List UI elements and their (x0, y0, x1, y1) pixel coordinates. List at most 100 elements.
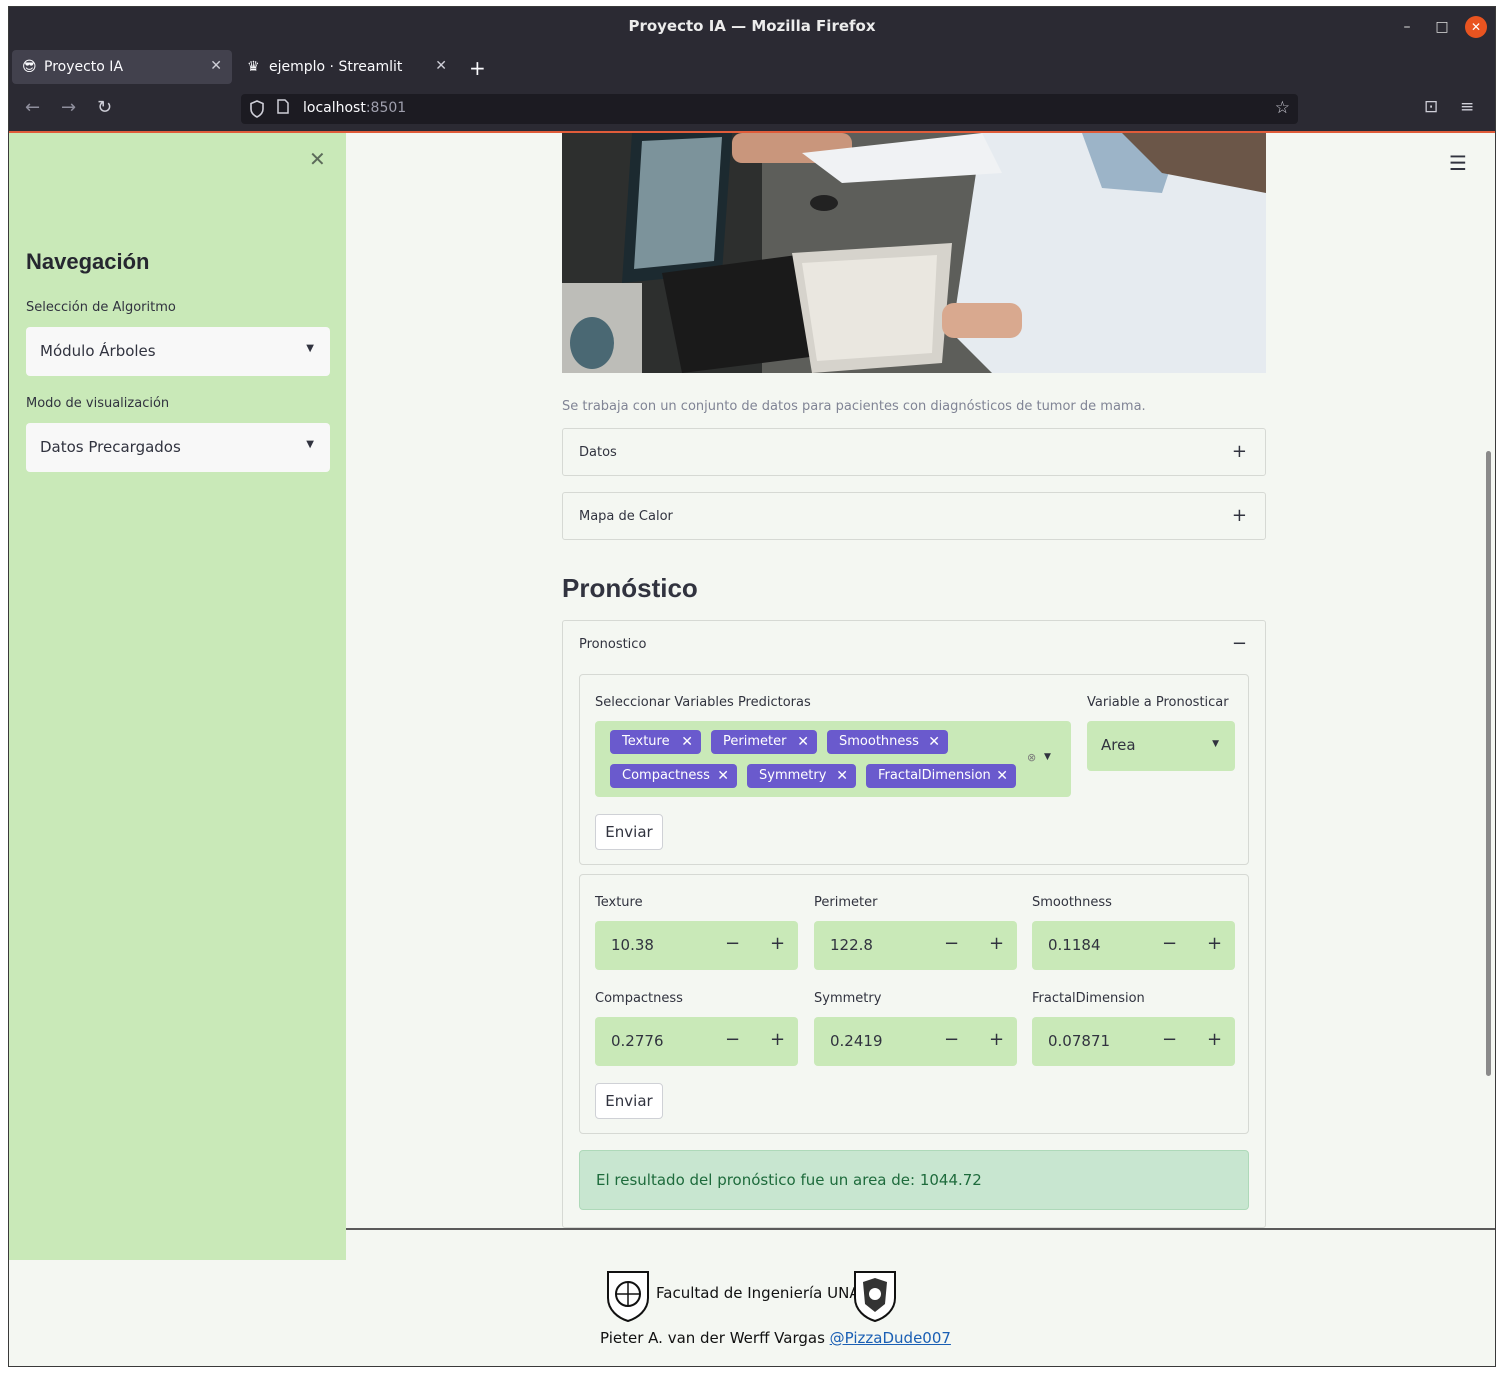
decrement-button[interactable]: − (1162, 1029, 1177, 1050)
predictors-label: Seleccionar Variables Predictoras (595, 695, 811, 710)
remove-chip-icon[interactable]: ✕ (797, 730, 809, 754)
page-content: ✕ Navegación Selección de Algoritmo Módu… (9, 133, 1495, 1366)
increment-button[interactable]: + (1207, 933, 1222, 954)
forward-icon[interactable]: → (61, 97, 76, 118)
increment-button[interactable]: + (989, 933, 1004, 954)
main-menu-icon[interactable]: ☰ (1449, 151, 1467, 175)
url-bar[interactable]: localhost:8501 ☆ (241, 94, 1298, 124)
app-menu-icon[interactable]: ≡ (1460, 97, 1474, 117)
plus-icon: + (1231, 505, 1247, 526)
increment-button[interactable]: + (770, 1029, 785, 1050)
algorithm-value: Módulo Árboles (40, 342, 156, 360)
maximize-icon[interactable]: □ (1431, 16, 1453, 38)
chevron-down-icon: ▼ (306, 439, 314, 450)
submit-values-button[interactable]: Enviar (595, 1083, 663, 1119)
compactness-label: Compactness (595, 991, 683, 1006)
new-tab-button[interactable]: + (469, 56, 486, 80)
algorithm-select[interactable]: Módulo Árboles ▼ (26, 327, 330, 376)
plus-icon: + (1231, 441, 1247, 462)
mode-value: Datos Precargados (40, 438, 181, 456)
expander-mapa-de-calor[interactable]: Mapa de Calor + (562, 492, 1266, 540)
texture-label: Texture (595, 895, 643, 910)
tab-ejemplo-streamlit[interactable]: ♛ ejemplo · Streamlit ✕ (237, 50, 457, 84)
chevron-down-icon: ▼ (306, 343, 314, 354)
increment-button[interactable]: + (770, 933, 785, 954)
title-bar: Proyecto IA — Mozilla Firefox – □ ✕ (9, 7, 1495, 47)
chevron-down-icon: ▼ (1212, 739, 1219, 749)
remove-chip-icon[interactable]: ✕ (717, 764, 729, 788)
hero-image (562, 133, 1266, 373)
decrement-button[interactable]: − (944, 1029, 959, 1050)
perimeter-input[interactable]: 122.8 − + (814, 921, 1017, 970)
submit-predictors-button[interactable]: Enviar (595, 814, 663, 850)
author-handle-link[interactable]: @PizzaDude007 (830, 1329, 951, 1347)
chip-perimeter: Perimeter ✕ (711, 730, 817, 754)
pocket-icon[interactable]: ⊡ (1424, 97, 1438, 117)
tab-label: Proyecto IA (44, 59, 124, 75)
tab-label: ejemplo · Streamlit (269, 59, 403, 75)
chip-smoothness: Smoothness ✕ (827, 730, 948, 754)
chevron-down-icon[interactable]: ▼ (1044, 752, 1051, 762)
chip-symmetry: Symmetry ✕ (747, 764, 856, 788)
fractaldimension-value: 0.07871 (1048, 1032, 1111, 1050)
smoothness-label: Smoothness (1032, 895, 1112, 910)
scrollbar[interactable] (1486, 451, 1491, 1076)
expander-datos[interactable]: Datos + (562, 428, 1266, 476)
tab-proyecto-ia[interactable]: 😎 Proyecto IA ✕ (12, 50, 232, 84)
close-sidebar-icon[interactable]: ✕ (309, 147, 326, 171)
perimeter-label: Perimeter (814, 895, 878, 910)
texture-input[interactable]: 10.38 − + (595, 921, 798, 970)
decrement-button[interactable]: − (1162, 933, 1177, 954)
predictors-multiselect[interactable]: Texture ✕ Perimeter ✕ Smoothness ✕ Compactn… (595, 721, 1071, 797)
shield-icon (249, 100, 265, 122)
remove-chip-icon[interactable]: ✕ (996, 764, 1008, 788)
symmetry-value: 0.2419 (830, 1032, 883, 1050)
page-icon (277, 99, 289, 118)
nav-bar: ← → ↻ localhost:8501 ☆ ⊡ ≡ (9, 89, 1495, 133)
dataset-caption: Se trabaja con un conjunto de datos para… (562, 399, 1146, 414)
remove-chip-icon[interactable]: ✕ (928, 730, 940, 754)
expander-label[interactable]: Pronostico (579, 637, 646, 652)
symmetry-label: Symmetry (814, 991, 882, 1006)
chip-fractaldimension: FractalDimension ✕ (866, 764, 1016, 788)
decrement-button[interactable]: − (725, 933, 740, 954)
compactness-input[interactable]: 0.2776 − + (595, 1017, 798, 1066)
symmetry-input[interactable]: 0.2419 − + (814, 1017, 1017, 1066)
back-icon[interactable]: ← (25, 97, 40, 118)
close-window-icon[interactable]: ✕ (1465, 16, 1487, 38)
browser-window: Proyecto IA — Mozilla Firefox – □ ✕ 😎 Pr… (8, 6, 1496, 1367)
reload-icon[interactable]: ↻ (97, 97, 112, 118)
compactness-value: 0.2776 (611, 1032, 664, 1050)
smoothness-input[interactable]: 0.1184 − + (1032, 921, 1235, 970)
minimize-icon[interactable]: – (1396, 16, 1418, 38)
target-select[interactable]: Area ▼ (1087, 721, 1235, 771)
close-tab-icon[interactable]: ✕ (210, 58, 222, 74)
section-heading: Pronóstico (562, 573, 698, 603)
result-text: El resultado del pronóstico fue un area … (596, 1171, 982, 1189)
remove-chip-icon[interactable]: ✕ (681, 730, 693, 754)
decrement-button[interactable]: − (944, 933, 959, 954)
decrement-button[interactable]: − (725, 1029, 740, 1050)
values-form: Texture 10.38 − + Perimeter 122.8 − + Sm… (579, 874, 1249, 1134)
chip-compactness: Compactness ✕ (610, 764, 737, 788)
streamlit-crown-icon: ♛ (247, 59, 260, 75)
author-credit: Pieter A. van der Werff Vargas @PizzaDud… (600, 1329, 951, 1347)
increment-button[interactable]: + (1207, 1029, 1222, 1050)
predictors-form: Seleccionar Variables Predictoras Textur… (579, 674, 1249, 865)
result-alert: El resultado del pronóstico fue un area … (579, 1150, 1249, 1210)
bookmark-star-icon[interactable]: ☆ (1275, 98, 1290, 118)
window-title: Proyecto IA — Mozilla Firefox (628, 17, 876, 35)
increment-button[interactable]: + (989, 1029, 1004, 1050)
footer: Facultad de Ingeniería UNAM Pieter A. va… (346, 1230, 1495, 1366)
fractaldimension-input[interactable]: 0.07871 − + (1032, 1017, 1235, 1066)
close-tab-icon[interactable]: ✕ (435, 58, 447, 74)
mode-select[interactable]: Datos Precargados ▼ (26, 423, 330, 472)
mode-label: Modo de visualización (26, 396, 170, 411)
clear-all-icon[interactable]: ⊗ (1027, 751, 1036, 764)
expander-label: Datos (579, 445, 617, 460)
remove-chip-icon[interactable]: ✕ (836, 764, 848, 788)
minus-icon[interactable]: − (1232, 633, 1247, 654)
url-text: localhost:8501 (303, 100, 407, 116)
sidebar-title: Navegación (26, 249, 150, 274)
target-label: Variable a Pronosticar (1087, 695, 1229, 710)
